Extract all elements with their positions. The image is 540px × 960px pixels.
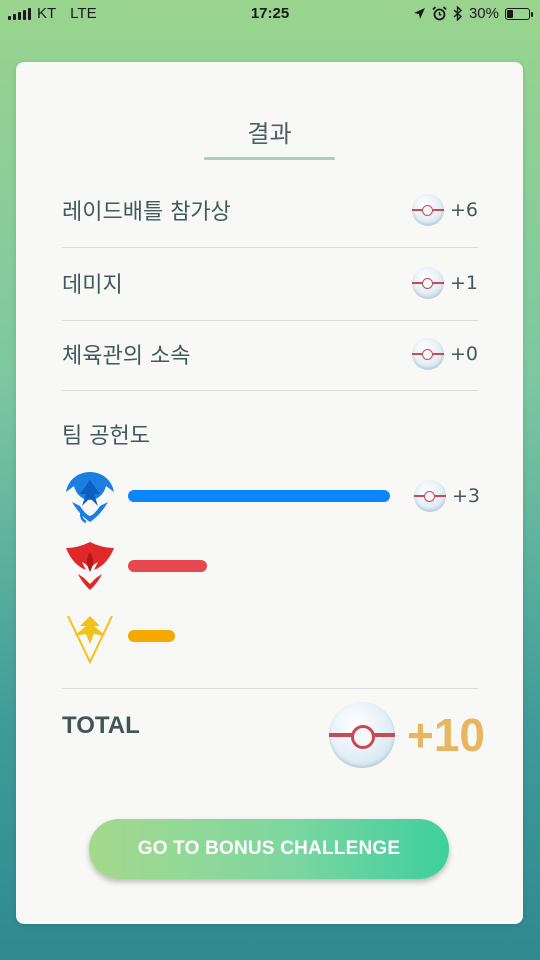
team-reward-mystic: +3 bbox=[413, 480, 480, 512]
team-bar-mystic bbox=[128, 490, 390, 502]
result-row-label: 레이드배틀 참가상 bbox=[62, 200, 231, 225]
divider bbox=[62, 320, 478, 321]
result-row-label: 체육관의 소속 bbox=[62, 344, 191, 369]
divider bbox=[62, 688, 478, 689]
battery-percent: 30% bbox=[468, 5, 499, 22]
premier-ball-icon bbox=[411, 267, 444, 299]
result-row-value: +0 bbox=[449, 343, 478, 365]
results-title: 결과 bbox=[247, 120, 292, 148]
title-underline bbox=[204, 157, 335, 160]
team-contribution-title: 팀 공헌도 bbox=[62, 424, 150, 449]
team-valor-icon bbox=[66, 542, 114, 590]
premier-ball-icon bbox=[328, 702, 395, 768]
team-instinct-icon bbox=[67, 615, 113, 665]
result-row-gym-control: 체육관의 소속 +0 bbox=[62, 324, 478, 384]
bluetooth-icon bbox=[453, 6, 462, 21]
divider bbox=[62, 247, 478, 248]
total-label: TOTAL bbox=[62, 712, 140, 739]
alarm-clock-icon bbox=[432, 6, 447, 21]
result-row-reward: +6 bbox=[411, 194, 478, 226]
results-card: 결과 레이드배틀 참가상 +6 데미지 +1 체육관의 소속 +0 팀 공헌도 bbox=[16, 62, 523, 924]
battery-fill bbox=[507, 9, 514, 18]
result-row-raid-participation: 레이드배틀 참가상 +6 bbox=[62, 180, 478, 240]
result-row-label: 데미지 bbox=[62, 273, 123, 298]
team-row-instinct bbox=[60, 606, 480, 666]
status-bar: KT LTE 17:25 30% bbox=[0, 0, 540, 30]
team-row-valor bbox=[60, 536, 480, 596]
status-right: 30% bbox=[413, 5, 533, 22]
premier-ball-icon bbox=[411, 338, 444, 370]
divider bbox=[62, 390, 478, 391]
premier-ball-icon bbox=[413, 480, 446, 512]
result-row-reward: +0 bbox=[411, 338, 478, 370]
battery-icon bbox=[505, 7, 533, 20]
go-to-bonus-challenge-button[interactable]: GO TO BONUS CHALLENGE bbox=[89, 819, 449, 879]
team-mystic-icon bbox=[66, 472, 114, 524]
team-row-mystic: +3 bbox=[60, 466, 480, 526]
result-row-reward: +1 bbox=[411, 267, 478, 299]
premier-ball-icon bbox=[411, 194, 444, 226]
total-reward: +10 bbox=[328, 702, 485, 768]
team-reward-value: +3 bbox=[451, 485, 480, 507]
team-bar-valor bbox=[128, 560, 207, 572]
location-arrow-icon bbox=[413, 8, 425, 19]
result-row-value: +6 bbox=[449, 199, 478, 221]
total-value: +10 bbox=[406, 709, 485, 761]
team-bar-instinct bbox=[128, 630, 175, 642]
result-row-damage: 데미지 +1 bbox=[62, 253, 478, 313]
result-row-value: +1 bbox=[449, 272, 478, 294]
